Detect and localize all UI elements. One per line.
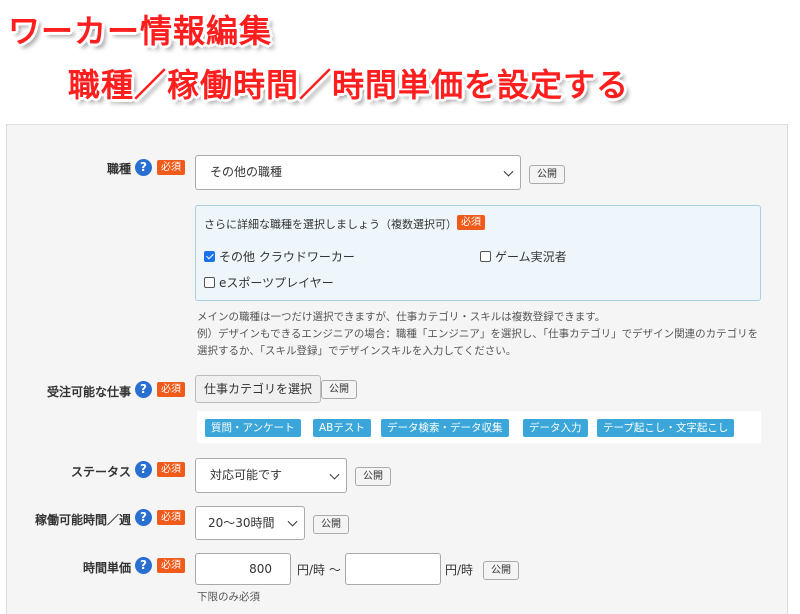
occupation-public-button[interactable]: 公開 bbox=[529, 165, 565, 184]
rate-label: 時間単価 bbox=[82, 561, 131, 575]
detail-required-badge: 必須 bbox=[457, 215, 485, 230]
occupation-note: メインの職種は一つだけ選択できますが、仕事カテゴリ・スキルは複数登録できます。 … bbox=[197, 311, 759, 357]
status-label: ステータス bbox=[70, 465, 131, 479]
occupation-label: 職種 bbox=[106, 162, 131, 176]
occupation-required-badge: 必須 bbox=[157, 160, 185, 175]
job-tag: テープ起こし・文字起こし bbox=[597, 419, 735, 437]
hours-select[interactable]: 20〜30時間 bbox=[195, 506, 305, 540]
chevron-down-icon bbox=[287, 516, 298, 527]
job-tag: 質問・アンケート bbox=[205, 419, 301, 437]
chevron-down-icon bbox=[503, 166, 514, 177]
hours-help-icon[interactable]: ? bbox=[135, 509, 152, 526]
chevron-down-icon bbox=[329, 469, 340, 480]
job-tag: データ入力 bbox=[523, 419, 588, 437]
checkbox-unchecked-icon bbox=[204, 277, 215, 288]
checkbox-game-streamer[interactable]: ゲーム実況者 bbox=[480, 248, 567, 265]
rate-unit-to: 円/時 bbox=[445, 563, 474, 577]
occupation-select[interactable]: その他の職種 bbox=[195, 155, 521, 190]
select-job-category-button[interactable]: 仕事カテゴリを選択 bbox=[195, 375, 322, 403]
checkbox-label: eスポーツプレイヤー bbox=[219, 276, 334, 290]
job-tag-list: 質問・アンケート ABテスト データ検索・データ収集 データ入力 テープ起こし・… bbox=[197, 411, 761, 443]
detail-title: さらに詳細な職種を選択しましょう（複数選択可） bbox=[204, 218, 457, 231]
checkbox-unchecked-icon bbox=[480, 251, 491, 262]
rate-required-badge: 必須 bbox=[157, 558, 185, 573]
rate-help-icon[interactable]: ? bbox=[135, 557, 152, 574]
jobs-required-badge: 必須 bbox=[157, 382, 185, 397]
status-help-icon[interactable]: ? bbox=[135, 461, 152, 478]
hours-label: 稼働可能時間／週 bbox=[34, 513, 131, 527]
job-tag: データ検索・データ収集 bbox=[381, 419, 509, 437]
status-required-badge: 必須 bbox=[157, 462, 185, 477]
hours-required-badge: 必須 bbox=[157, 510, 185, 525]
jobs-public-button[interactable]: 公開 bbox=[321, 380, 357, 399]
rate-note: 下限のみ必須 bbox=[197, 591, 260, 603]
rate-max-input[interactable] bbox=[345, 553, 441, 585]
banner-title: ワーカー情報編集 bbox=[8, 12, 273, 50]
occupation-detail-box: さらに詳細な職種を選択しましょう（複数選択可） 必須 その他 クラウドワーカー … bbox=[195, 205, 761, 301]
occupation-select-value: その他の職種 bbox=[210, 165, 283, 179]
rate-public-button[interactable]: 公開 bbox=[483, 561, 519, 580]
checkbox-esports-player[interactable]: eスポーツプレイヤー bbox=[204, 274, 334, 291]
status-public-button[interactable]: 公開 bbox=[355, 467, 391, 486]
banner-subtitle: 職種／稼働時間／時間単価を設定する bbox=[68, 66, 630, 104]
job-tag: ABテスト bbox=[313, 419, 371, 437]
rate-unit-from: 円/時 〜 bbox=[297, 563, 341, 577]
checkbox-label: その他 クラウドワーカー bbox=[219, 250, 355, 264]
status-select-value: 対応可能です bbox=[210, 468, 283, 482]
form-panel: 職種 ? 必須 その他の職種 公開 さらに詳細な職種を選択しましょう（複数選択可… bbox=[6, 124, 788, 614]
occupation-help-icon[interactable]: ? bbox=[135, 159, 152, 176]
hours-public-button[interactable]: 公開 bbox=[313, 515, 349, 534]
title-banner: ワーカー情報編集 職種／稼働時間／時間単価を設定する bbox=[0, 0, 800, 118]
jobs-label: 受注可能な仕事 bbox=[46, 385, 131, 399]
hours-select-value: 20〜30時間 bbox=[208, 516, 275, 530]
checkbox-label: ゲーム実況者 bbox=[495, 250, 567, 264]
status-select[interactable]: 対応可能です bbox=[195, 458, 347, 493]
checkbox-cloud-worker[interactable]: その他 クラウドワーカー bbox=[204, 248, 355, 265]
checkbox-checked-icon bbox=[204, 251, 215, 262]
rate-min-input[interactable]: 800 bbox=[195, 553, 291, 585]
jobs-help-icon[interactable]: ? bbox=[135, 381, 152, 398]
